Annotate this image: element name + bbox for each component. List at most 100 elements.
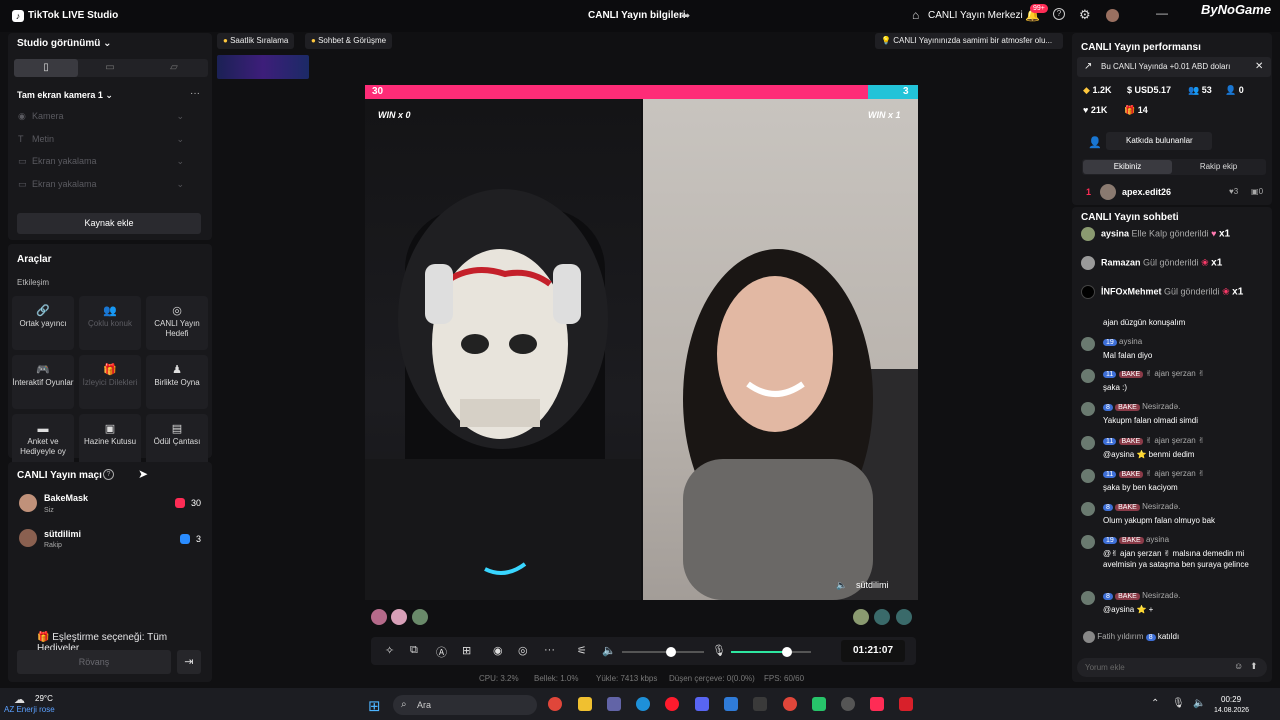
gift-message: aysina Elle Kalp gönderildi ♥ x1 (1081, 227, 1230, 241)
file-explorer-icon[interactable] (578, 697, 592, 711)
tool-interactive-games[interactable]: 🎮 İnteraktif Oyunlar (12, 355, 74, 409)
help-icon[interactable]: ? (103, 469, 114, 480)
source-text[interactable]: T Metin ⌄ (18, 134, 184, 144)
live-info-title[interactable]: CANLI Yayın bilgileri (588, 10, 686, 21)
chat-user[interactable]: ✌ ajan şerzan ✌ (1145, 469, 1204, 478)
contributors-button[interactable]: Katkıda bulunanlar (1106, 132, 1212, 150)
help-icon[interactable]: ? (1053, 8, 1065, 20)
volume-slider-track[interactable] (622, 651, 704, 653)
send-icon[interactable]: ⬆ (1250, 661, 1258, 672)
gift-sender[interactable]: Ramazan (1101, 257, 1141, 267)
volume-icon[interactable]: 🔈 (602, 644, 616, 657)
tool-live-goal[interactable]: ◎ CANLI Yayın Hedefi (146, 296, 208, 350)
chat-call-chip[interactable]: ● Sohbet & Görüşme (305, 33, 393, 49)
event-banner-image[interactable] (217, 55, 309, 79)
avatar[interactable] (896, 609, 912, 625)
source-screen-1[interactable]: ▭ Ekran yakalama ⌄ (18, 156, 184, 167)
teams-icon[interactable] (607, 697, 621, 711)
add-source-button[interactable]: Kaynak ekle (17, 213, 201, 234)
tool-viewer-wishes[interactable]: 🎁 İzleyici Dilekleri (79, 355, 141, 409)
discord-icon[interactable] (695, 697, 709, 711)
speaker-icon[interactable]: 🔈 (836, 580, 847, 591)
chat-user[interactable]: Nesirzadə. (1142, 402, 1180, 411)
windows-start-icon[interactable]: ⊞ (368, 697, 381, 715)
tool-play-together[interactable]: ♟ Birlikte Oyna (146, 355, 208, 409)
rematch-button[interactable]: Rövanş (17, 650, 171, 674)
chat-user[interactable]: aysina (1119, 337, 1142, 346)
weather-temp[interactable]: 29°C (35, 694, 53, 703)
chevron-up-icon[interactable]: ⌃ (1151, 698, 1159, 709)
weather-desc[interactable]: AZ Enerji rose (4, 705, 55, 714)
app-icon[interactable] (812, 697, 826, 711)
record-icon[interactable]: ◉ (493, 644, 503, 657)
chat-user[interactable]: ✌ ajan şerzan ✌ (1145, 436, 1204, 445)
avatar[interactable] (1106, 9, 1119, 22)
avatar[interactable] (874, 609, 890, 625)
more-icon[interactable]: ··· (544, 644, 555, 656)
app-icon[interactable] (841, 697, 855, 711)
ai-icon[interactable]: Ⓐ (436, 644, 447, 660)
capture-icon[interactable]: ⊞ (462, 644, 471, 657)
live-center-link[interactable]: CANLI Yayın Merkezi (928, 10, 1023, 21)
sliders-icon[interactable]: ⚟ (577, 644, 587, 657)
tip-chip[interactable]: 💡 CANLI Yayınınızda samimi bir atmosfer … (875, 33, 1063, 49)
microphone-icon[interactable]: 🎙 (712, 644, 726, 657)
share-icon[interactable]: ➦ (681, 9, 690, 22)
taskbar-search[interactable]: Ara (393, 695, 537, 715)
chat-user[interactable]: ✌ ajan şerzan ✌ (1145, 369, 1204, 378)
studio-view-dropdown[interactable]: Studio görünümü ⌄ (17, 38, 112, 49)
emoji-icon[interactable]: ☺ (1234, 661, 1243, 671)
join-user[interactable]: Fatih yıldırım (1097, 632, 1143, 641)
tool-poll[interactable]: ▬ Anket ve Hediyeyle oy (12, 414, 74, 468)
opera-icon[interactable] (665, 697, 679, 711)
view-portrait-button[interactable]: ▯ (14, 59, 78, 77)
view-landscape-button[interactable]: ▭ (78, 59, 142, 77)
tool-treasure-box[interactable]: ▣ Hazine Kutusu (79, 414, 141, 468)
tiktok-live-icon[interactable] (870, 697, 884, 711)
add-user-icon[interactable]: 👤 (1088, 136, 1102, 149)
chat-user[interactable]: aysina (1146, 535, 1169, 544)
gift-sender[interactable]: aysina (1101, 228, 1129, 238)
more-icon[interactable]: ··· (190, 88, 200, 99)
volume-icon[interactable]: 🔈 (1193, 698, 1205, 709)
effects-icon[interactable]: ✧ (385, 644, 394, 657)
home-icon[interactable]: ⌂ (912, 8, 919, 22)
gear-icon[interactable]: ⚙ (1079, 7, 1091, 23)
chat-user[interactable]: Nesirzadə. (1142, 591, 1180, 600)
screen-icon[interactable]: ⧉ (410, 644, 418, 657)
exit-icon[interactable]: ⇥ (177, 650, 201, 674)
contributor-name[interactable]: apex.edit26 (1122, 187, 1171, 197)
clock-date[interactable]: 14.08.2026 (1214, 707, 1249, 714)
close-icon[interactable]: ✕ (1255, 61, 1263, 72)
tool-multi-guest[interactable]: 👥 Çoklu konuk (79, 296, 141, 350)
source-camera[interactable]: ◉ Kamera ⌄ (18, 111, 184, 122)
app-icon[interactable] (753, 697, 767, 711)
avatar[interactable] (853, 609, 869, 625)
tab-my-team[interactable]: Ekibiniz (1083, 160, 1172, 174)
minimize-button[interactable]: — (1156, 6, 1168, 20)
hourly-ranking-chip[interactable]: ● Saatlik Sıralama (217, 33, 295, 49)
mic-slider-knob[interactable] (782, 647, 792, 657)
tool-reward-bag[interactable]: ▤ Ödül Çantası (146, 414, 208, 468)
chrome-icon[interactable] (548, 697, 562, 711)
gift-icon: 🎁 (37, 632, 50, 643)
chat-message-text: ajan düzgün konuşalım (1103, 318, 1186, 327)
mail-icon[interactable] (724, 697, 738, 711)
camera-effects-icon[interactable]: ◎ (518, 644, 528, 657)
chat-user[interactable]: Nesirzadə. (1142, 502, 1180, 511)
source-screen-2[interactable]: ▭ Ekran yakalama ⌄ (18, 179, 184, 190)
tab-rival-team[interactable]: Rakip ekip (1172, 160, 1265, 174)
avatar[interactable] (371, 609, 387, 625)
performance-note[interactable]: Bu CANLI Yayında +0.01 ABD doları (1077, 57, 1271, 77)
scene-dropdown[interactable]: Tam ekran kamera 1 ⌄ (17, 90, 113, 101)
microphone-icon[interactable]: 🎙 (1172, 698, 1185, 709)
chrome-icon[interactable] (783, 697, 797, 711)
clock-time[interactable]: 00:29 (1221, 695, 1241, 704)
youtube-icon[interactable] (899, 697, 913, 711)
avatar[interactable] (391, 609, 407, 625)
edge-icon[interactable] (636, 697, 650, 711)
gift-sender[interactable]: İNFOxMehmet (1101, 286, 1162, 296)
avatar[interactable] (412, 609, 428, 625)
tool-cohost[interactable]: 🔗 Ortak yayıncı (12, 296, 74, 350)
view-dual-button[interactable]: ▱ (142, 59, 206, 77)
